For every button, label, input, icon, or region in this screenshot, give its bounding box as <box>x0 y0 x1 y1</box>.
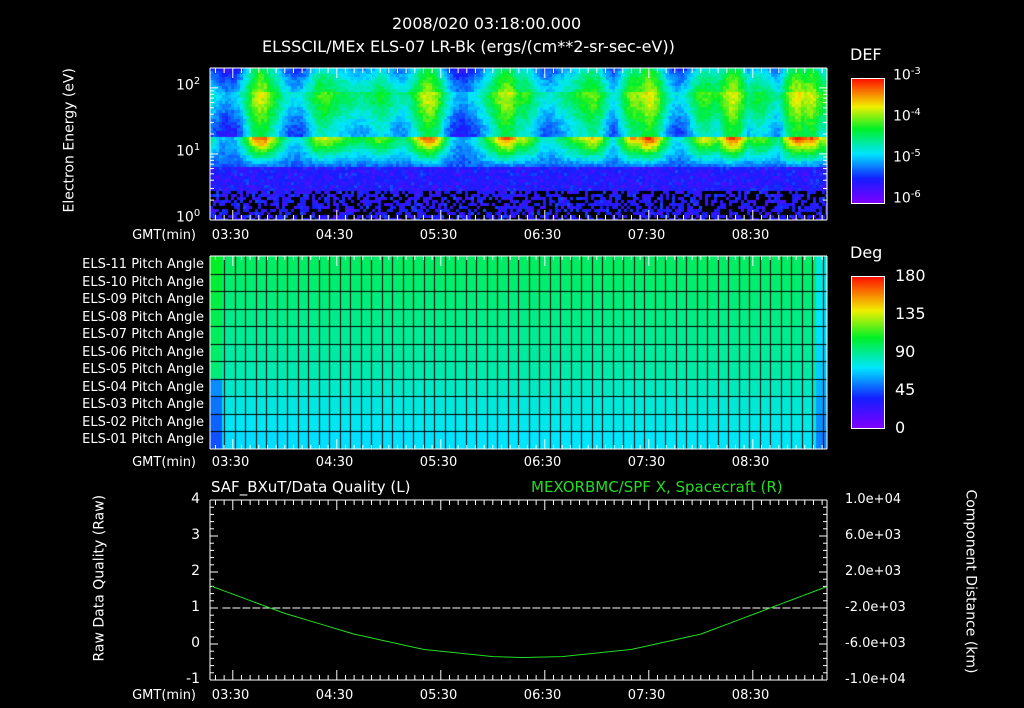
series-line-1 <box>211 585 828 659</box>
axes-overlay <box>209 67 828 681</box>
